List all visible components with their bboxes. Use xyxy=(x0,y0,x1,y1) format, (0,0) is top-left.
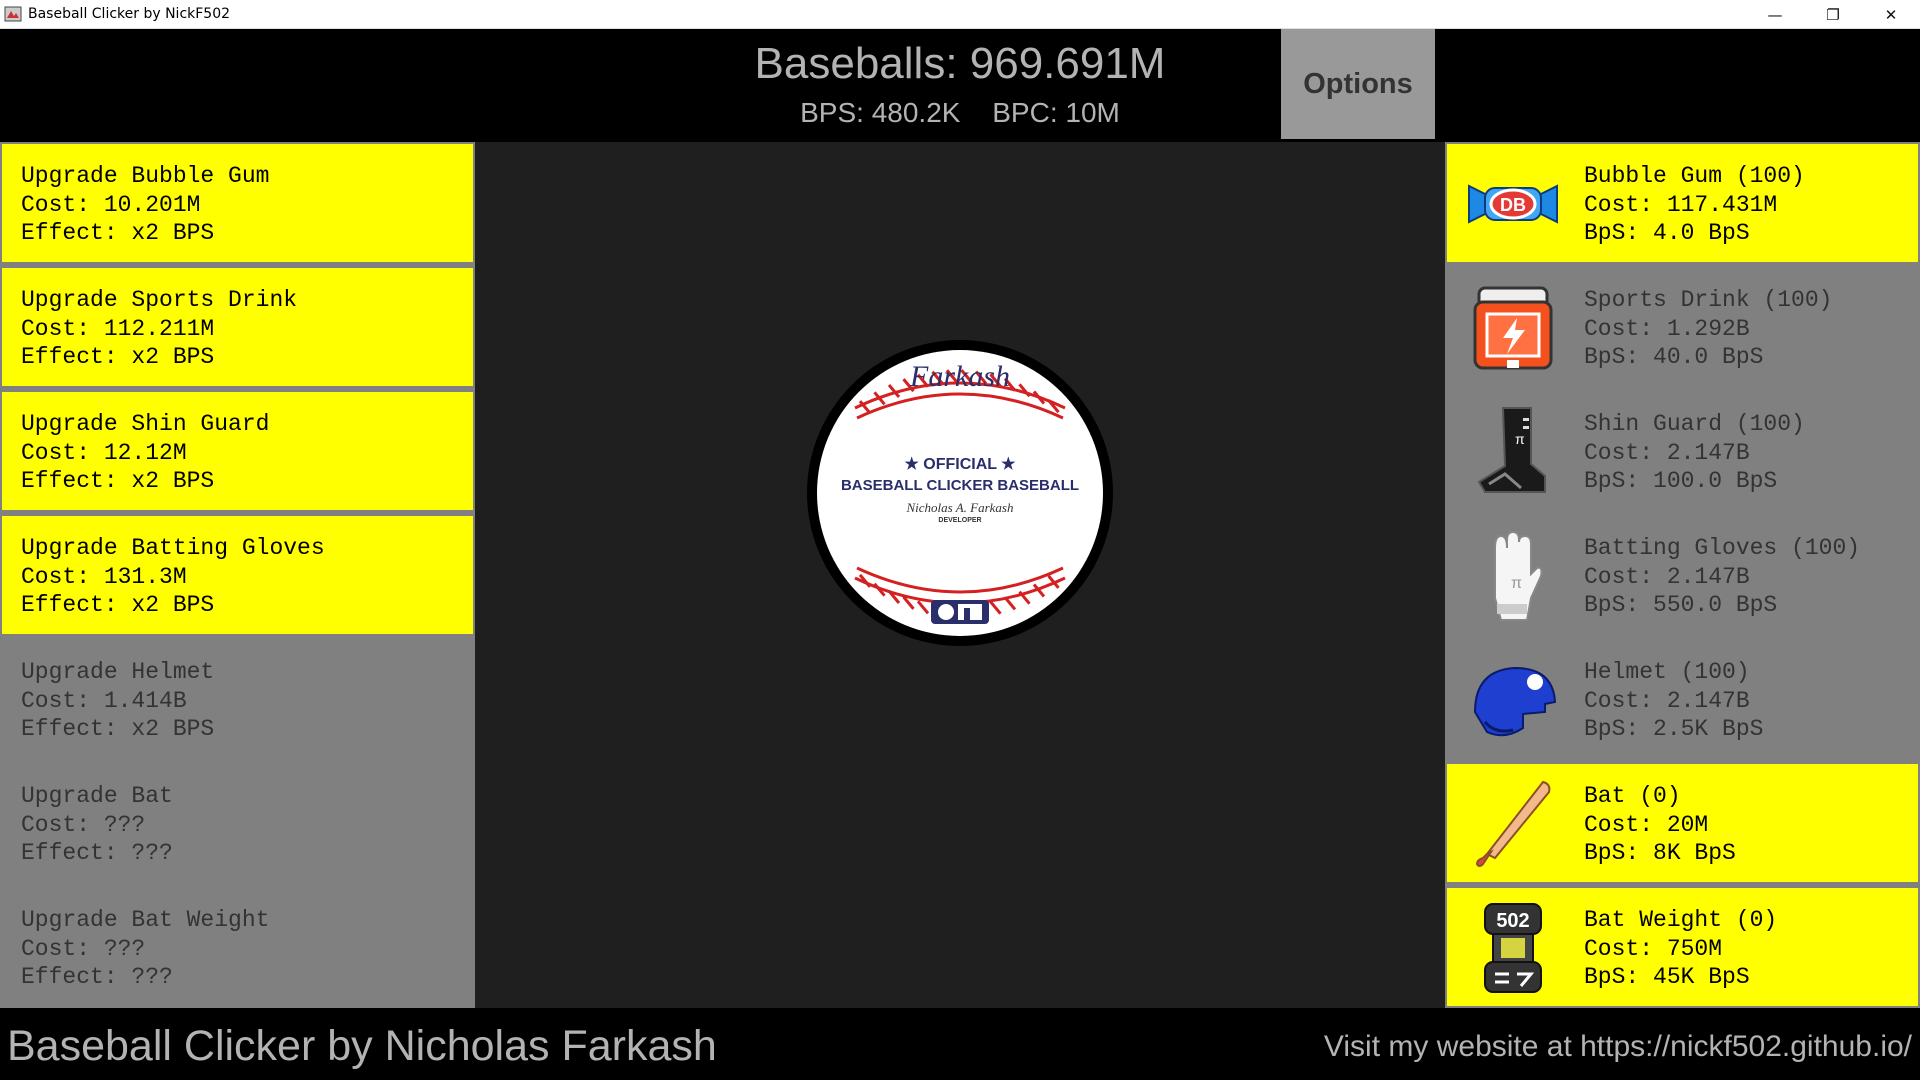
upgrade-effect: Effect: x2 BPS xyxy=(21,468,215,494)
upgrade-name: Upgrade Batting Gloves xyxy=(21,535,325,561)
svg-text:π: π xyxy=(1515,431,1525,447)
upgrade-cost: Cost: ??? xyxy=(21,811,146,838)
building-cost: Cost: 2.147B xyxy=(1584,687,1750,714)
svg-text:DB: DB xyxy=(1500,195,1526,215)
building-name: Bat Weight (0) xyxy=(1584,907,1778,933)
upgrade-card[interactable]: Upgrade Batting Gloves Cost: 131.3M Effect… xyxy=(0,514,475,636)
upgrade-effect: Effect: ??? xyxy=(21,964,173,990)
building-name: Bat (0) xyxy=(1584,783,1681,809)
building-cost: Cost: 2.147B xyxy=(1584,439,1750,466)
building-name: Helmet (100) xyxy=(1584,659,1750,685)
upgrades-panel: Upgrade Bubble Gum Cost: 10.201M Effect: x… xyxy=(0,142,475,1008)
upgrade-effect: Effect: x2 BPS xyxy=(21,592,215,618)
bat-icon xyxy=(1465,776,1561,872)
upgrade-name: Upgrade Helmet xyxy=(21,659,215,685)
upgrade-name: Upgrade Bat Weight xyxy=(21,907,270,933)
building-bps: BpS: 100.0 BpS xyxy=(1584,468,1778,494)
building-card[interactable]: π Batting Gloves (100) Cost: 2.147B BpS: 55… xyxy=(1445,514,1920,636)
click-area: Farkash ★ OFFICIAL ★ BASEBALL CLICKER BA… xyxy=(475,142,1445,1008)
building-card[interactable]: Sports Drink (100) Cost: 1.292B BpS: 40.0 … xyxy=(1445,266,1920,388)
ball-league: BASEBALL CLICKER BASEBALL xyxy=(841,477,1079,494)
building-card[interactable]: DB Bubble Gum (100) Cost: 117.431M BpS: 4.0… xyxy=(1445,142,1920,264)
shin-guard-icon: π xyxy=(1465,404,1561,500)
footer: Baseball Clicker by Nicholas Farkash Vis… xyxy=(0,1008,1920,1080)
upgrade-cost: Cost: 131.3M xyxy=(21,563,187,590)
window-controls: — ❐ ✕ xyxy=(1746,0,1920,29)
upgrade-cost: Cost: 1.414B xyxy=(21,687,187,714)
building-cost: Cost: 1.292B xyxy=(1584,315,1750,342)
bat-weight-icon: 502 xyxy=(1465,900,1561,996)
upgrade-card[interactable]: Upgrade Sports Drink Cost: 112.211M Effect… xyxy=(0,266,475,388)
upgrade-cost: Cost: 10.201M xyxy=(21,191,201,218)
helmet-icon xyxy=(1465,652,1561,748)
app-icon xyxy=(4,6,22,22)
stats-header: Baseballs: 969.691M BPS: 480.2K BPC: 10M… xyxy=(0,29,1920,141)
building-card[interactable]: 502 Bat Weight (0) Cost: 750M BpS: 45K BpS xyxy=(1445,886,1920,1008)
building-name: Shin Guard (100) xyxy=(1584,411,1805,437)
rate-stats: BPS: 480.2K BPC: 10M xyxy=(0,97,1920,129)
building-card[interactable]: Bat (0) Cost: 20M BpS: 8K BpS xyxy=(1445,762,1920,884)
building-cost: Cost: 117.431M xyxy=(1584,191,1778,218)
ball-logo-icon xyxy=(931,600,989,624)
buildings-panel: DB Bubble Gum (100) Cost: 117.431M BpS: 4.0… xyxy=(1445,142,1920,1008)
building-bps: BpS: 2.5K BpS xyxy=(1584,716,1764,742)
ball-signature: Nicholas A. Farkash xyxy=(905,500,1013,515)
upgrade-name: Upgrade Shin Guard xyxy=(21,411,270,437)
maximize-button[interactable]: ❐ xyxy=(1804,0,1862,29)
building-cost: Cost: 20M xyxy=(1584,811,1709,838)
building-bps: BpS: 40.0 BpS xyxy=(1584,344,1764,370)
building-cost: Cost: 2.147B xyxy=(1584,563,1750,590)
window-titlebar: Baseball Clicker by NickF502 — ❐ ✕ xyxy=(0,0,1920,29)
building-bps: BpS: 8K BpS xyxy=(1584,840,1736,866)
building-bps: BpS: 550.0 BpS xyxy=(1584,592,1778,618)
upgrade-effect: Effect: x2 BPS xyxy=(21,716,215,742)
baseball-count: Baseballs: 969.691M xyxy=(754,39,1166,88)
upgrade-effect: Effect: ??? xyxy=(21,840,173,866)
building-name: Batting Gloves (100) xyxy=(1584,535,1861,561)
footer-website[interactable]: Visit my website at https://nickf502.git… xyxy=(1324,1030,1912,1064)
upgrade-name: Upgrade Bubble Gum xyxy=(21,163,270,189)
building-card[interactable]: π Shin Guard (100) Cost: 2.147B BpS: 100.0 … xyxy=(1445,390,1920,512)
upgrade-card[interactable]: Upgrade Bat Weight Cost: ??? Effect: ??? xyxy=(0,886,475,1008)
upgrade-card[interactable]: Upgrade Bat Cost: ??? Effect: ??? xyxy=(0,762,475,884)
upgrade-effect: Effect: x2 BPS xyxy=(21,220,215,246)
upgrade-card[interactable]: Upgrade Bubble Gum Cost: 10.201M Effect: x… xyxy=(0,142,475,264)
batting-gloves-icon: π xyxy=(1465,528,1561,624)
upgrade-name: Upgrade Sports Drink xyxy=(21,287,298,313)
bpc-stat: BPC: 10M xyxy=(992,97,1120,128)
minimize-button[interactable]: — xyxy=(1746,0,1804,29)
upgrade-effect: Effect: x2 BPS xyxy=(21,344,215,370)
bps-stat: BPS: 480.2K xyxy=(800,97,961,128)
sports-drink-icon xyxy=(1465,280,1561,376)
footer-credit: Baseball Clicker by Nicholas Farkash xyxy=(7,1022,717,1070)
building-card[interactable]: Helmet (100) Cost: 2.147B BpS: 2.5K BpS xyxy=(1445,638,1920,760)
building-name: Sports Drink (100) xyxy=(1584,287,1833,313)
close-button[interactable]: ✕ xyxy=(1862,0,1920,29)
svg-text:π: π xyxy=(1511,575,1522,592)
upgrade-cost: Cost: 112.211M xyxy=(21,315,215,342)
building-name: Bubble Gum (100) xyxy=(1584,163,1805,189)
upgrade-card[interactable]: Upgrade Helmet Cost: 1.414B Effect: x2 BPS xyxy=(0,638,475,760)
window-title: Baseball Clicker by NickF502 xyxy=(28,6,231,22)
baseball-button[interactable]: Farkash ★ OFFICIAL ★ BASEBALL CLICKER BA… xyxy=(805,338,1115,648)
upgrade-name: Upgrade Bat xyxy=(21,783,173,809)
upgrade-card[interactable]: Upgrade Shin Guard Cost: 12.12M Effect: x2… xyxy=(0,390,475,512)
bubble-gum-icon: DB xyxy=(1465,156,1561,252)
options-button[interactable]: Options xyxy=(1281,29,1435,139)
building-bps: BpS: 45K BpS xyxy=(1584,964,1750,990)
upgrade-cost: Cost: ??? xyxy=(21,935,146,962)
building-bps: BpS: 4.0 BpS xyxy=(1584,220,1750,246)
svg-text:502: 502 xyxy=(1496,910,1529,932)
ball-brand: Farkash xyxy=(909,360,1010,393)
building-cost: Cost: 750M xyxy=(1584,935,1723,962)
ball-developer: DEVELOPER xyxy=(938,517,981,524)
upgrade-cost: Cost: 12.12M xyxy=(21,439,187,466)
ball-official: ★ OFFICIAL ★ xyxy=(904,456,1016,473)
